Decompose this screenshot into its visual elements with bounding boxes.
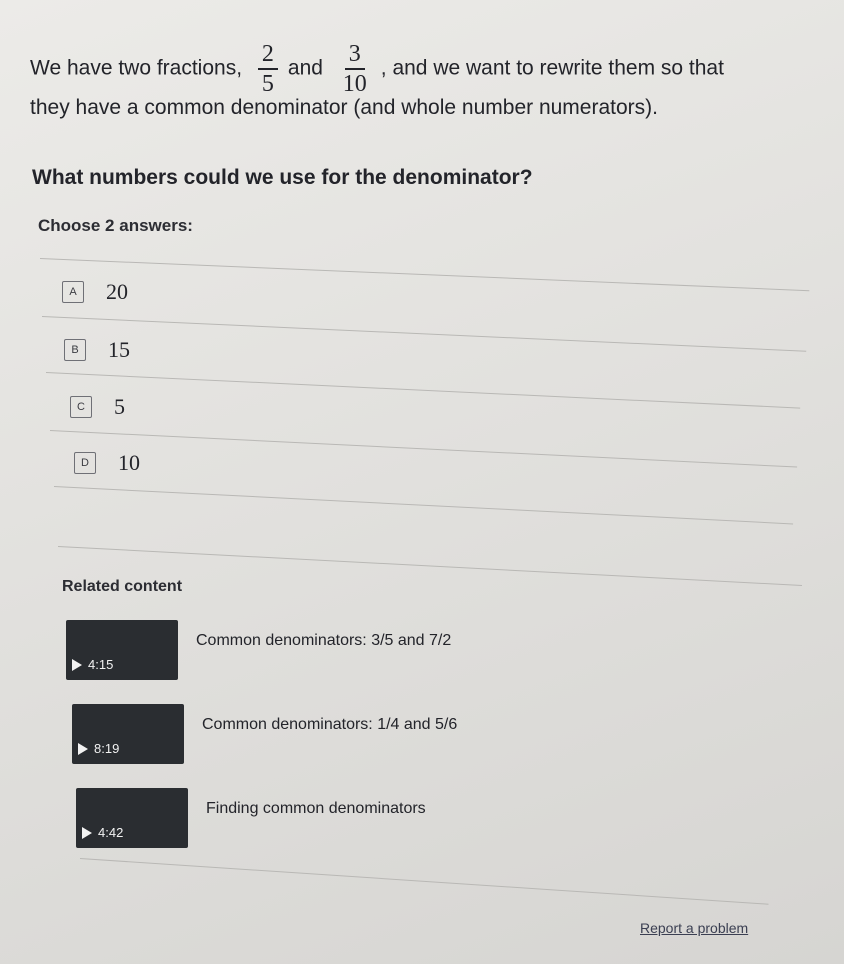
question-line-1-end: , and we want to rewrite them so that: [380, 56, 724, 80]
divider: [79, 858, 769, 905]
divider: [49, 430, 798, 468]
report-problem-link[interactable]: Report a problem: [640, 920, 748, 936]
choice-letter-c: C: [70, 396, 92, 418]
choice-value-a: 20: [106, 279, 128, 304]
choice-letter-a: A: [62, 281, 84, 303]
question-prompt: What numbers could we use for the denomi…: [32, 166, 533, 189]
video-title: Finding common denominators: [206, 800, 426, 817]
choice-value-c: 5: [114, 394, 125, 419]
choice-value-b: 15: [108, 337, 130, 362]
choice-b[interactable]: B 15: [64, 337, 130, 363]
question-text: We have two fractions, 2 5 and 3 10 , an…: [30, 40, 830, 134]
related-video-2[interactable]: 8:19 Common denominators: 1/4 and 5/6: [72, 704, 457, 764]
choose-instruction: Choose 2 answers:: [38, 216, 193, 235]
choice-value-d: 10: [118, 450, 140, 475]
related-video-1[interactable]: 4:15 Common denominators: 3/5 and 7/2: [66, 620, 451, 680]
divider: [39, 258, 810, 292]
divider: [45, 372, 801, 409]
video-duration: 8:19: [94, 741, 120, 756]
play-icon: [72, 658, 82, 671]
related-video-3[interactable]: 4:42 Finding common denominators: [76, 788, 426, 848]
divider: [41, 316, 807, 352]
video-thumbnail: 4:15: [66, 620, 178, 680]
video-duration: 4:15: [88, 657, 114, 672]
choice-d[interactable]: D 10: [74, 450, 140, 476]
video-thumbnail: 4:42: [76, 788, 188, 848]
divider: [53, 486, 794, 525]
question-intro: We have two fractions,: [30, 56, 243, 80]
video-duration: 4:42: [98, 825, 124, 840]
video-title: Common denominators: 1/4 and 5/6: [202, 716, 458, 733]
video-duration-row: 4:42: [82, 825, 123, 840]
exercise-page: We have two fractions, 2 5 and 3 10 , an…: [0, 0, 844, 964]
video-duration-row: 8:19: [78, 741, 119, 756]
question-conjunction: and: [287, 56, 323, 80]
fraction-2-numerator: 3: [344, 40, 365, 70]
choice-letter-d: D: [74, 452, 96, 474]
play-icon: [82, 826, 92, 839]
video-thumbnail: 8:19: [72, 704, 184, 764]
play-icon: [78, 742, 88, 755]
related-content-title: Related content: [62, 578, 183, 595]
video-title: Common denominators: 3/5 and 7/2: [196, 632, 452, 649]
choice-c[interactable]: C 5: [70, 394, 125, 420]
fraction-1-numerator: 2: [257, 40, 278, 70]
choice-letter-b: B: [64, 339, 86, 361]
choice-a[interactable]: A 20: [62, 279, 128, 305]
video-duration-row: 4:15: [72, 657, 113, 672]
